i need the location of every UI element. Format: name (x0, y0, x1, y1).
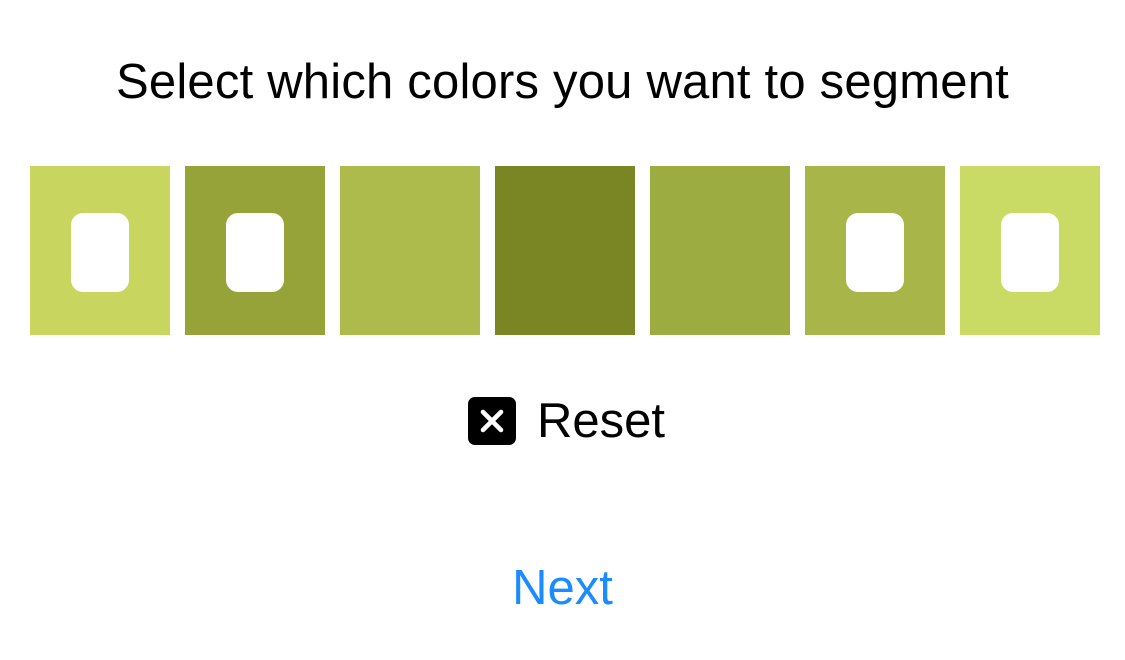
color-swatch[interactable] (960, 166, 1100, 335)
color-swatch[interactable] (340, 166, 480, 335)
color-swatch[interactable] (650, 166, 790, 335)
reset-button[interactable]: Reset (468, 393, 665, 449)
color-swatch[interactable] (805, 166, 945, 335)
color-swatch[interactable] (495, 166, 635, 335)
reset-label: Reset (537, 394, 666, 448)
close-icon (468, 397, 516, 445)
selected-marker (226, 213, 284, 292)
selected-marker (846, 213, 904, 292)
next-button[interactable]: Next (0, 558, 1125, 618)
color-swatch-row (30, 166, 1100, 335)
selected-marker (1001, 213, 1059, 292)
color-swatch[interactable] (30, 166, 170, 335)
page-title: Select which colors you want to segment (116, 55, 1009, 109)
selected-marker (71, 213, 129, 292)
color-swatch[interactable] (185, 166, 325, 335)
